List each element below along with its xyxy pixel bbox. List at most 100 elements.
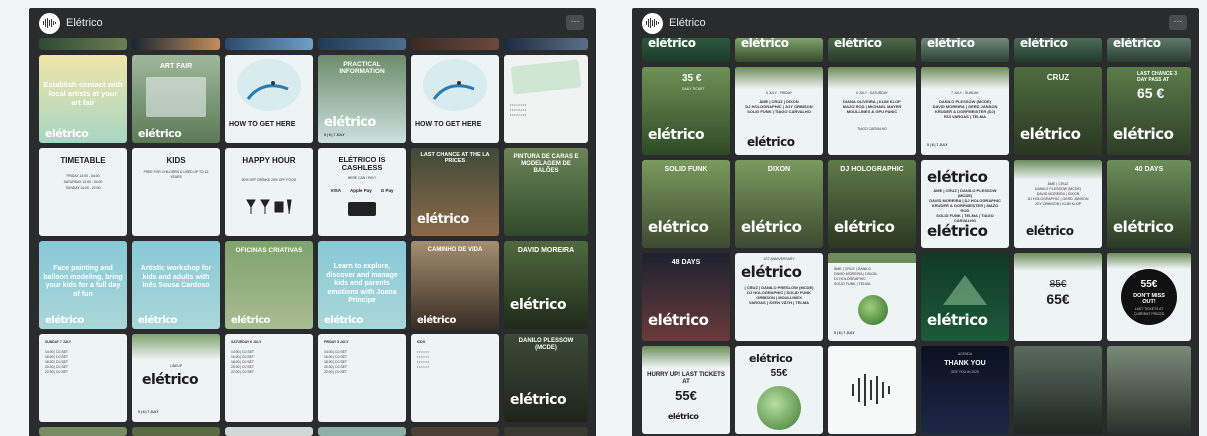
grid-tile[interactable]	[225, 38, 313, 50]
tree-header	[828, 67, 916, 89]
date-line: 5 | 6 | 7 JULY	[927, 143, 948, 147]
grid-tile-full-lineup[interactable]: elétrico ÂME | CRUZ | DANILO PLESSOW (MC…	[921, 160, 1009, 248]
brand-logo: elétrico	[648, 311, 709, 329]
grid-tile-globe-price[interactable]: elétrico 55€	[735, 346, 823, 434]
grid-tile[interactable]	[132, 38, 220, 50]
grid-tile[interactable]: elétrico	[735, 38, 823, 62]
grid-tile-learn[interactable]: Learn to explore, discover and manage ki…	[318, 241, 406, 329]
grid-tile[interactable]	[39, 38, 127, 50]
grid-tile[interactable]: elétrico	[642, 38, 730, 62]
grid-tile-daily-ticket[interactable]: 35 € DAILY TICKET elétrico	[642, 67, 730, 155]
grid-tile-map[interactable]: HOW TO GET HERE	[411, 55, 499, 143]
brand-logo: elétrico	[1020, 38, 1068, 50]
more-options-button[interactable]: ···	[566, 15, 584, 30]
tree-header	[735, 67, 823, 89]
badge-text: DON'T MISS OUT!	[1133, 293, 1165, 305]
tile-title: PRACTICAL INFORMATION	[339, 61, 385, 75]
grid-tile-face-painting[interactable]: Face painting and balloon modeling, brin…	[39, 241, 127, 329]
post-grid: Establish contact with local artists at …	[29, 38, 596, 436]
grid-tile[interactable]	[225, 427, 313, 436]
grid-tile-kids[interactable]: KIDS FREE FOR CHILDREN & USED UP TO 12 Y…	[132, 148, 220, 236]
grid-tile[interactable]: elétrico	[1107, 38, 1191, 62]
grid-tile-map[interactable]: HOW TO GET HERE	[225, 55, 313, 143]
lineup-list: | CRUZ | DANILO PRESLOW (MCDE) DJ HOLOGRA…	[744, 285, 814, 305]
grid-tile[interactable]	[411, 427, 499, 436]
grid-tile[interactable]	[318, 38, 406, 50]
grid-tile-thank-you[interactable]: AGENDA THANK YOU SEE YOU IN 2025	[921, 346, 1009, 434]
grid-tile[interactable]	[504, 38, 588, 50]
grid-tile-timetable[interactable]: TIMETABLE FRIDAY 14:00 - 04:00 SATURDAY …	[39, 148, 127, 236]
grid-tile[interactable]: elétrico	[828, 38, 916, 62]
grid-tile-last-chance[interactable]: LAST CHANCE 3 DAY PASS AT 65 € elétrico	[1107, 67, 1191, 155]
grid-tile-saturday-schedule[interactable]: SATURDAY 6 JULY 14:00 | DJ SET 16:00 | DJ…	[225, 334, 313, 422]
grid-tile-40-days[interactable]: 40 DAYS elétrico	[1107, 160, 1191, 248]
grid-tile-kids-schedule[interactable]: KIDS • • • • • • • • • • • • • • • • • • • …	[411, 334, 499, 422]
grid-tile[interactable]	[318, 427, 406, 436]
grid-tile-price-drop[interactable]: 85€ 65€	[1014, 253, 1102, 341]
grid-tile-lineup[interactable]: LINEUP elétrico 5 | 6 | 7 JULY	[132, 334, 220, 422]
grid-tile-practical[interactable]: PRACTICAL INFORMATION elétrico 5 | 6 | 7…	[318, 55, 406, 143]
grid-tile[interactable]	[411, 38, 499, 50]
avatar[interactable]	[642, 12, 663, 34]
grid-tile-cashless[interactable]: ELÉTRICO IS CASHLESS HERE CAN I PAY? VIS…	[318, 148, 406, 236]
grid-tile-happy-hour[interactable]: HAPPY HOUR 50% OFF DRINKS 20% OFF FOOD	[225, 148, 313, 236]
tile-title: ART FAIR	[159, 63, 193, 70]
ticket-price: 55€	[770, 368, 788, 379]
grid-tile-48-days[interactable]: 48 DAYS elétrico	[642, 253, 730, 341]
payment-visa: VISA	[330, 188, 341, 193]
grid-tile[interactable]	[504, 427, 588, 436]
grid-tile-stage-night[interactable]: elétrico	[921, 253, 1009, 341]
grid-tile-last-chance[interactable]: LAST CHANCE AT THE LA PRICES elétrico	[411, 148, 499, 236]
day-label: 6 JULY - SATURDAY	[856, 91, 888, 95]
grid-tile-establish[interactable]: Establish contact with local artists at …	[39, 55, 127, 143]
grid-tile-sunday-schedule[interactable]: SUNDAY 7 JULY 14:00 | DJ SET 16:00 | DJ S…	[39, 334, 127, 422]
more-options-button[interactable]: ···	[1169, 15, 1187, 30]
grid-tile-caminho[interactable]: CAMINHO DE VIDA elétrico	[411, 241, 499, 329]
day-label: 5 JULY - FRIDAY	[766, 91, 792, 95]
grid-tile-sunday-lineup[interactable]: 7 JULY - SUNDAY DANILO PLESSOW (MCDE) DAV…	[921, 67, 1009, 155]
avatar[interactable]	[39, 12, 60, 34]
tree-header	[1014, 253, 1102, 271]
brand-logo: elétrico	[45, 127, 89, 140]
grid-tile-saturday-lineup[interactable]: 6 JULY - SATURDAY DIANA OLIVEIRA | KLIM …	[828, 67, 916, 155]
grid-tile-pintura[interactable]: PINTURA DE CARAS E MODELAGEM DE BALÕES	[504, 148, 588, 236]
ticket-price: 65 €	[1137, 85, 1165, 101]
grid-tile-solid-funk[interactable]: SOLID FUNK elétrico	[642, 160, 730, 248]
grid-tile-oficinas[interactable]: OFICINAS CRIATIVAS elétrico	[225, 241, 313, 329]
brand-logo: elétrico	[927, 168, 988, 186]
grid-tile-friday-lineup[interactable]: 5 JULY - FRIDAY ÂME | CRUZ | DIXON DJ HOL…	[735, 67, 823, 155]
grid-tile-anniversary[interactable]: 1ST ANNIVERSARY elétrico | CRUZ | DANILO…	[735, 253, 823, 341]
grid-tile-dj-booth[interactable]	[1107, 346, 1191, 434]
grid-tile-friday-schedule[interactable]: FRIDAY 5 JULY 14:00 | DJ SET 16:00 | DJ S…	[318, 334, 406, 422]
grid-tile-site-map[interactable]: • • • • • • • • • • • • • • • • • • • • • …	[504, 55, 588, 143]
brand-logo: elétrico	[741, 38, 789, 50]
map-icon	[432, 81, 475, 100]
brand-logo: elétrico	[648, 127, 705, 143]
grid-tile-dj-holographic[interactable]: DJ HOLOGRAPHIC elétrico	[828, 160, 916, 248]
grid-tile-globe-lineup[interactable]: ÂME | CRUZ | DANILO DAVID MOREIRA | DIXON…	[828, 253, 916, 341]
brand-logo: elétrico	[1113, 218, 1174, 236]
grid-tile-workshop[interactable]: Artistic workshop for kids and adults wi…	[132, 241, 220, 329]
tile-subtitle: AGENDA	[957, 352, 973, 356]
grid-tile-logo[interactable]	[828, 346, 916, 434]
site-map	[510, 59, 582, 95]
grid-tile-david-moreira[interactable]: DAVID MOREIRA elétrico	[504, 241, 588, 329]
brand-logo: elétrico	[1113, 38, 1161, 50]
grid-tile-cruz[interactable]: CRUZ elétrico	[1014, 67, 1102, 155]
lineup-list: ÂME | CRUZ | DANILO PLESSOW (MCDE) DAVID …	[929, 188, 1001, 223]
lineup-list: DANILO PLESSOW (MCDE) DAVID MOREIRA | GER…	[932, 99, 998, 119]
grid-tile[interactable]: elétrico	[1014, 38, 1102, 62]
grid-tile-hurry-up[interactable]: HURRY UP! LAST TICKETS AT 55€ elétrico	[642, 346, 730, 434]
grid-tile-dixon[interactable]: DIXON elétrico	[735, 160, 823, 248]
grid-tile-art-fair[interactable]: ART FAIR elétrico	[132, 55, 220, 143]
grid-tile-lineup-poster[interactable]: ÂME | CRUZ DANILO PLESSOW (MCDE) DAVID MOR…	[1014, 160, 1102, 248]
grid-tile[interactable]	[39, 427, 127, 436]
grid-tile-danilo[interactable]: DANILO PLESSOW (MCDE) elétrico	[504, 334, 588, 422]
date-line: 5 | 6 | 7 JULY	[324, 133, 345, 137]
grid-tile[interactable]	[132, 427, 220, 436]
card-reader-icon	[348, 202, 376, 216]
brand-logo: elétrico	[142, 372, 199, 388]
grid-tile[interactable]: elétrico	[921, 38, 1009, 62]
grid-tile-dont-miss[interactable]: 55€ DON'T MISS OUT! LAST TICKETS AT CURR…	[1107, 253, 1191, 341]
grid-tile-crowd[interactable]	[1014, 346, 1102, 434]
